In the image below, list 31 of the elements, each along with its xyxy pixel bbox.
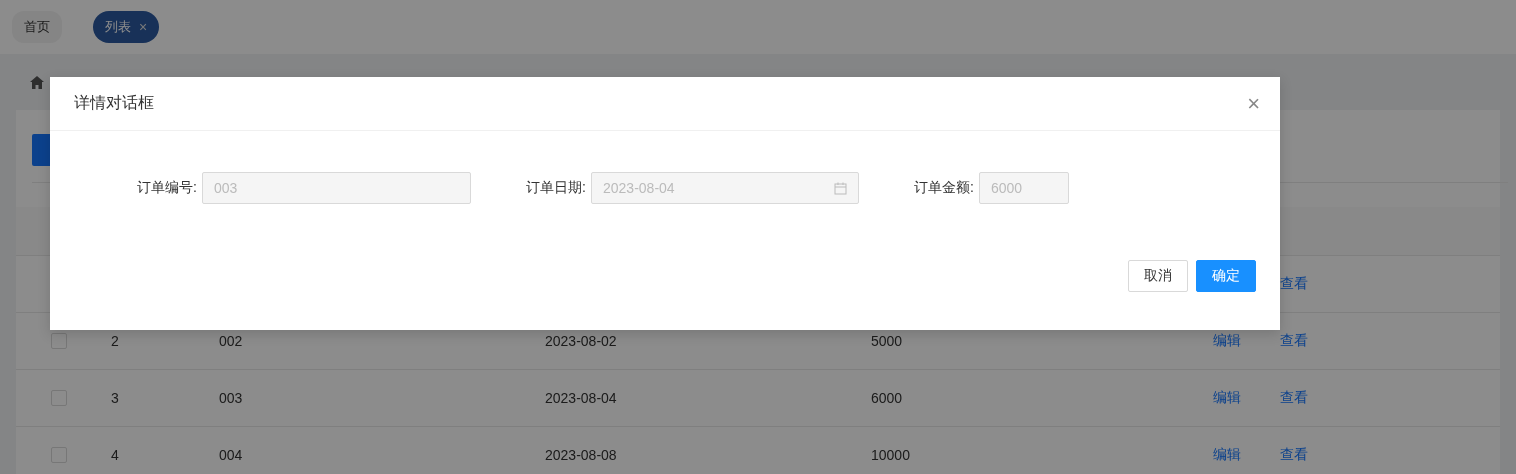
close-button[interactable]: × xyxy=(1247,92,1260,115)
table-cell-text: 4 xyxy=(111,447,120,463)
cancel-button[interactable]: 取消 xyxy=(1128,260,1188,292)
table-cell-text: 2023-08-04 xyxy=(545,390,618,406)
table-cell-text: 5000 xyxy=(871,333,904,349)
tab[interactable]: 首页 xyxy=(12,11,62,43)
table-cell-text: 10000 xyxy=(871,447,911,463)
table-cell-text: 3 xyxy=(111,390,120,406)
view-link[interactable]: 查看 xyxy=(1280,332,1500,350)
table-cell-text: 2 xyxy=(111,333,120,349)
table-cell-text: 004 xyxy=(219,447,244,463)
table-cell-text: 002 xyxy=(219,333,244,349)
field-label: 订单金额: xyxy=(913,179,974,197)
edit-link[interactable]: 编辑 xyxy=(1213,332,1280,350)
edit-link[interactable]: 编辑 xyxy=(1213,446,1280,464)
table-cell-text: 2023-08-08 xyxy=(545,447,618,463)
table-cell-text: 003 xyxy=(219,390,244,406)
dialog-title: 详情对话框 xyxy=(74,93,154,113)
table-cell-text: 6000 xyxy=(871,390,904,406)
row-checkbox[interactable] xyxy=(51,333,67,349)
table-cell-text: 2023-08-02 xyxy=(545,333,618,349)
field-label: 订单编号: xyxy=(136,179,197,197)
field-label: 订单日期: xyxy=(525,179,586,197)
home-icon[interactable] xyxy=(30,75,44,89)
view-link[interactable]: 查看 xyxy=(1280,275,1500,293)
calendar-icon xyxy=(834,182,847,195)
view-link[interactable]: 查看 xyxy=(1280,446,1500,464)
view-link[interactable]: 查看 xyxy=(1280,389,1500,407)
edit-link[interactable]: 编辑 xyxy=(1213,389,1280,407)
confirm-button[interactable]: 确定 xyxy=(1196,260,1256,292)
tab[interactable]: 列表 × xyxy=(93,11,160,43)
